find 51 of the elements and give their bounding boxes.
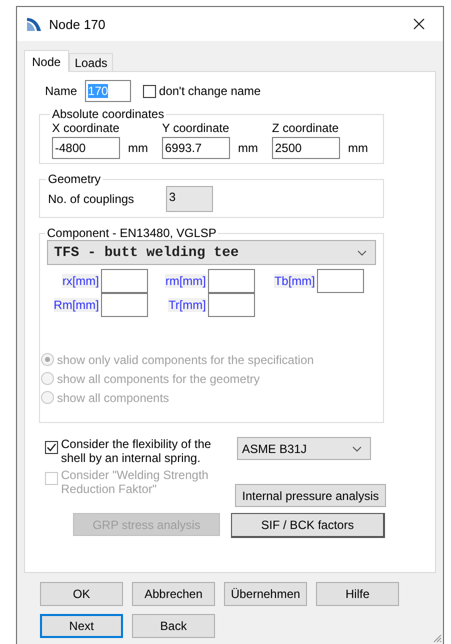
- parameter-field[interactable]: [208, 269, 255, 293]
- keep-name-label: don't change name: [159, 84, 261, 98]
- name-value: 170: [88, 84, 108, 98]
- unit-label: mm: [238, 141, 258, 155]
- parameter-label: Tb[mm]: [274, 274, 315, 288]
- dialog-button[interactable]: OK: [40, 582, 123, 606]
- parameter-label: rx[mm]: [62, 274, 99, 288]
- component-dropdown[interactable]: TFS - butt welding tee: [47, 240, 376, 265]
- parameter-label: rm[mm]: [165, 274, 206, 288]
- dialog-button[interactable]: Back: [132, 614, 215, 638]
- tab[interactable]: Loads: [68, 53, 114, 71]
- parameter-field[interactable]: [101, 269, 148, 293]
- flexibility-label: Consider the flexibility of the shell by an internal spring.: [61, 437, 212, 465]
- dialog-button[interactable]: Next: [40, 614, 123, 638]
- dialog-button[interactable]: Abbrechen: [132, 582, 215, 606]
- parameter-field[interactable]: [101, 293, 148, 317]
- resize-grip-icon: [432, 633, 442, 643]
- chevron-down-icon: [352, 446, 362, 452]
- chevron-down-icon: [357, 250, 367, 256]
- group-title: Geometry: [47, 172, 102, 186]
- method-dropdown[interactable]: ASME B31J: [237, 437, 371, 460]
- coordinate-label: Y coordinate: [162, 121, 230, 135]
- name-label: Name: [45, 84, 78, 98]
- internal-pressure-button[interactable]: Internal pressure analysis: [235, 484, 386, 507]
- coordinate-label: X coordinate: [52, 121, 120, 135]
- radio-label: show only valid components for the specification: [57, 352, 314, 366]
- coordinate-label: Z coordinate: [272, 121, 340, 135]
- group-title: Absolute coordinates: [51, 107, 166, 121]
- dialog-button[interactable]: Hilfe: [316, 582, 399, 606]
- radio-label: show all components: [57, 390, 170, 404]
- radio-label: show all components for the geometry: [57, 372, 260, 386]
- keep-name-checkbox[interactable]: [143, 84, 156, 98]
- close-icon: [413, 18, 425, 30]
- tab[interactable]: Node: [24, 50, 69, 72]
- unit-label: mm: [128, 141, 148, 155]
- sif-factors-button[interactable]: SIF / BCK factors: [231, 513, 385, 538]
- parameter-field[interactable]: [317, 269, 364, 293]
- coordinate-field[interactable]: 2500: [272, 137, 340, 159]
- parameter-field[interactable]: [208, 293, 255, 317]
- group-title: Component - EN13480, VGLSP: [46, 226, 218, 240]
- parameter-label: Rm[mm]: [54, 298, 99, 312]
- coordinate-field[interactable]: 6993.7: [162, 137, 230, 159]
- app-icon: [26, 16, 42, 32]
- flexibility-checkbox[interactable]: [45, 441, 58, 454]
- couplings-label: No. of couplings: [48, 192, 136, 206]
- parameter-label: Tr[mm]: [168, 298, 206, 312]
- unit-label: mm: [348, 141, 368, 155]
- coordinate-field[interactable]: -4800: [52, 137, 120, 159]
- window-title: Node 170: [49, 16, 106, 32]
- welding-label: Consider "Welding Strength Reduction Faktor": [61, 468, 210, 496]
- dialog-button[interactable]: Übernehmen: [224, 582, 307, 606]
